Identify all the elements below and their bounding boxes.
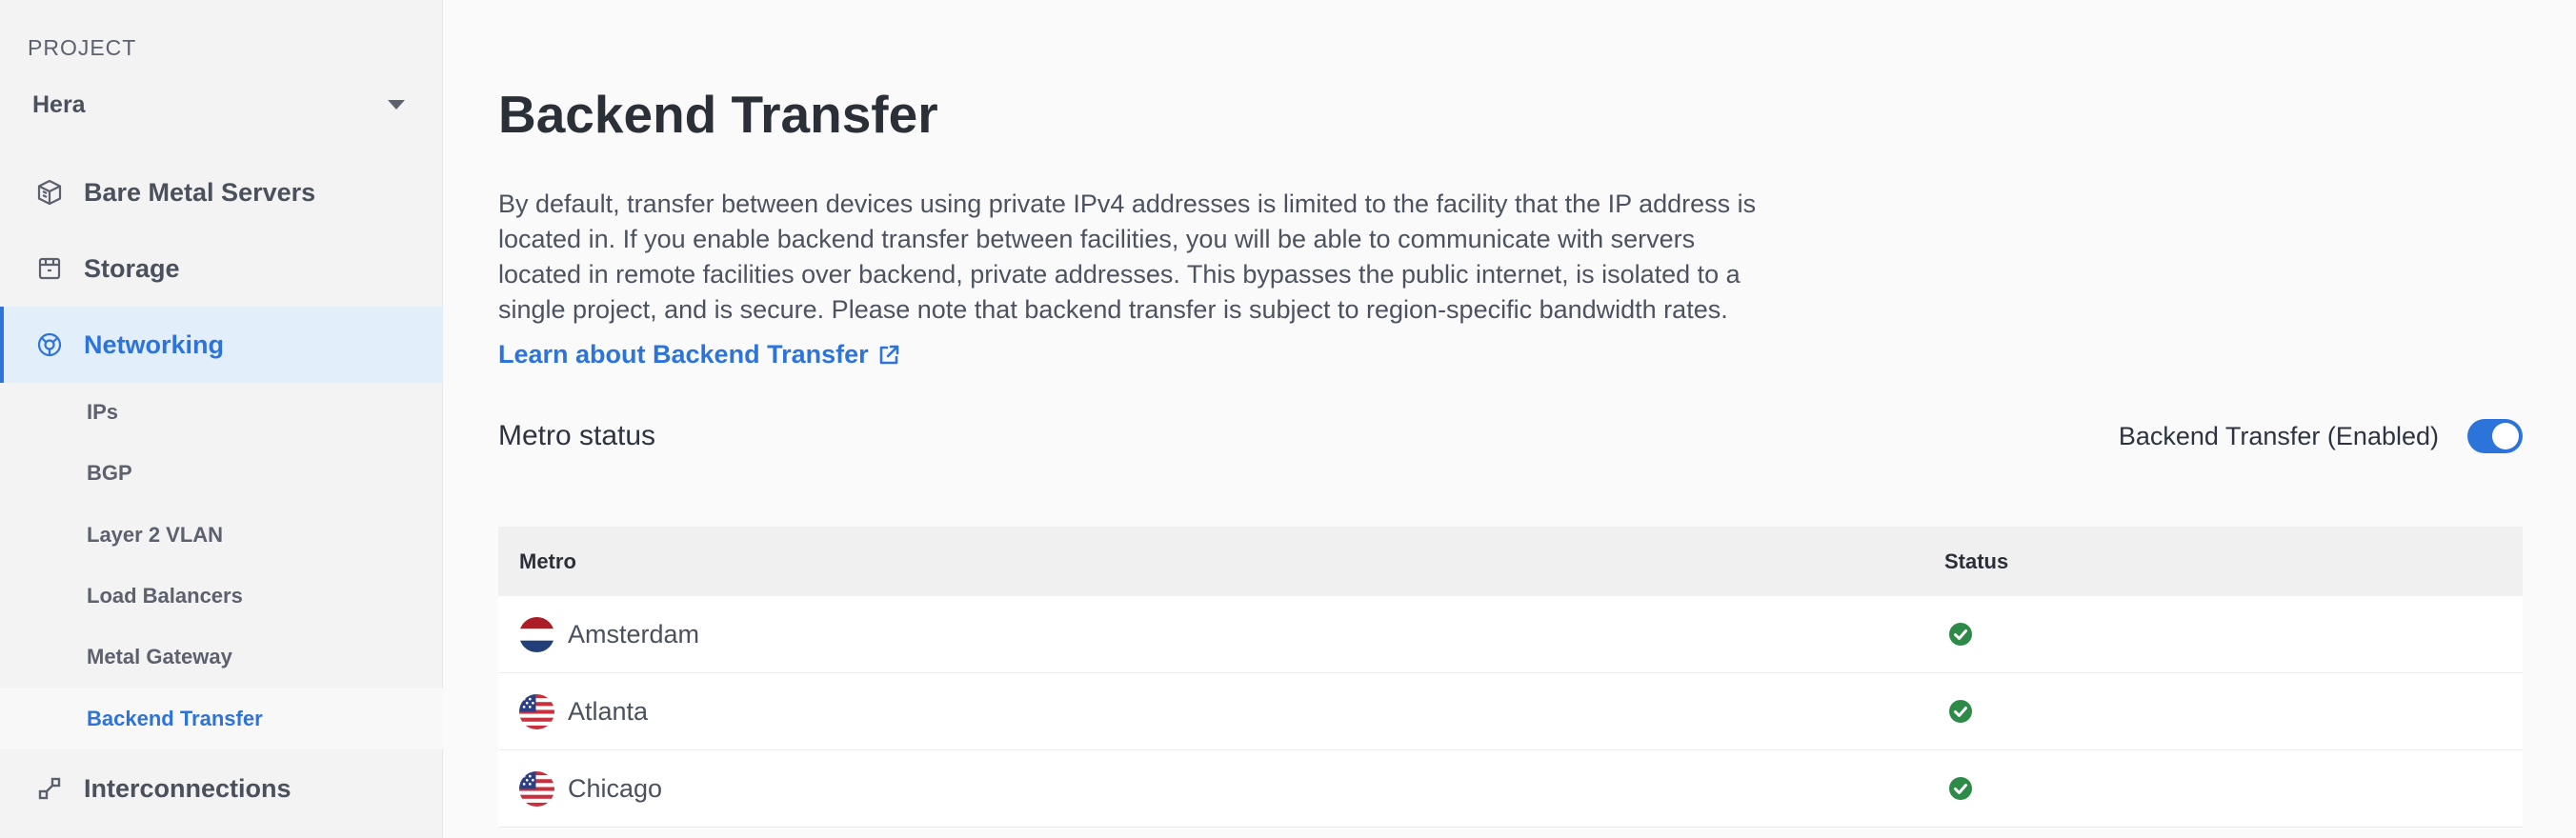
project-name: Hera <box>32 90 86 118</box>
sidebar-subitem-bgp[interactable]: BGP <box>0 443 443 504</box>
table-row: Amsterdam <box>498 596 2523 673</box>
learn-backend-transfer-link[interactable]: Learn about Backend Transfer <box>498 340 901 369</box>
backend-transfer-toggle-group: Backend Transfer (Enabled) <box>2119 419 2523 453</box>
description-line: By default, transfer between devices usi… <box>498 190 1757 218</box>
metro-name: Atlanta <box>568 696 649 726</box>
networking-icon <box>34 329 65 360</box>
learn-link-label: Learn about Backend Transfer <box>498 340 869 369</box>
status-cell <box>1944 622 2523 647</box>
metro-cell: Amsterdam <box>498 616 1944 652</box>
sidebar: PROJECT Hera Bare Metal Servers Storage <box>0 0 443 838</box>
project-label: PROJECT <box>28 35 137 60</box>
server-icon <box>34 177 65 208</box>
external-link-icon <box>876 343 901 368</box>
metro-name: Amsterdam <box>568 619 700 648</box>
status-cell <box>1944 699 2523 724</box>
column-header-status: Status <box>1944 549 2009 573</box>
description-line: located in remote facilities over backen… <box>498 260 1741 289</box>
sidebar-subitem-metal-gateway[interactable]: Metal Gateway <box>0 627 443 688</box>
netherlands-flag-icon <box>519 616 554 652</box>
page-title: Backend Transfer <box>498 85 938 144</box>
toggle-label: Backend Transfer (Enabled) <box>2118 421 2439 450</box>
sidebar-item-interconnections[interactable]: Interconnections <box>0 750 443 827</box>
sidebar-subitem-ips[interactable]: IPs <box>0 382 443 443</box>
table-row: Chicago <box>498 750 2523 828</box>
check-circle-icon <box>1948 776 1973 801</box>
description-line: located in. If you enable backend transf… <box>498 225 1696 253</box>
metro-cell: Chicago <box>498 770 1944 807</box>
project-selector[interactable]: Hera <box>32 88 410 122</box>
sidebar-subitem-load-balancers[interactable]: Load Balancers <box>0 566 443 627</box>
backend-transfer-toggle[interactable] <box>2467 419 2523 453</box>
table-header-row: Metro Status <box>498 527 2523 596</box>
sidebar-item-label: Bare Metal Servers <box>84 177 316 207</box>
toggle-knob <box>2492 423 2519 449</box>
sidebar-item-storage[interactable]: Storage <box>0 230 443 307</box>
metro-status-table: Metro Status Amsterdam Atlanta Chicago <box>498 527 2523 828</box>
interconnection-icon <box>34 773 65 804</box>
us-flag-icon <box>519 693 554 729</box>
sidebar-item-label: Networking <box>84 329 225 359</box>
sidebar-item-label: Storage <box>84 253 180 283</box>
table-row: Atlanta <box>498 673 2523 750</box>
caret-down-icon <box>388 100 405 110</box>
column-header-metro: Metro <box>519 549 576 573</box>
us-flag-icon <box>519 770 554 807</box>
storage-icon <box>34 253 65 284</box>
sidebar-subitem-backend-transfer[interactable]: Backend Transfer <box>0 688 443 749</box>
check-circle-icon <box>1948 622 1973 647</box>
metro-name: Chicago <box>568 773 663 803</box>
metro-cell: Atlanta <box>498 693 1944 729</box>
sidebar-item-bare-metal-servers[interactable]: Bare Metal Servers <box>0 154 443 230</box>
sidebar-item-label: Interconnections <box>84 773 292 803</box>
sidebar-subitem-layer2-vlan[interactable]: Layer 2 VLAN <box>0 505 443 566</box>
description: By default, transfer between devices usi… <box>498 187 1832 328</box>
check-circle-icon <box>1948 699 1973 724</box>
description-line: single project, and is secure. Please no… <box>498 295 1728 324</box>
metro-status-heading: Metro status <box>498 420 656 451</box>
status-cell <box>1944 776 2523 801</box>
sidebar-item-networking[interactable]: Networking <box>0 307 443 383</box>
